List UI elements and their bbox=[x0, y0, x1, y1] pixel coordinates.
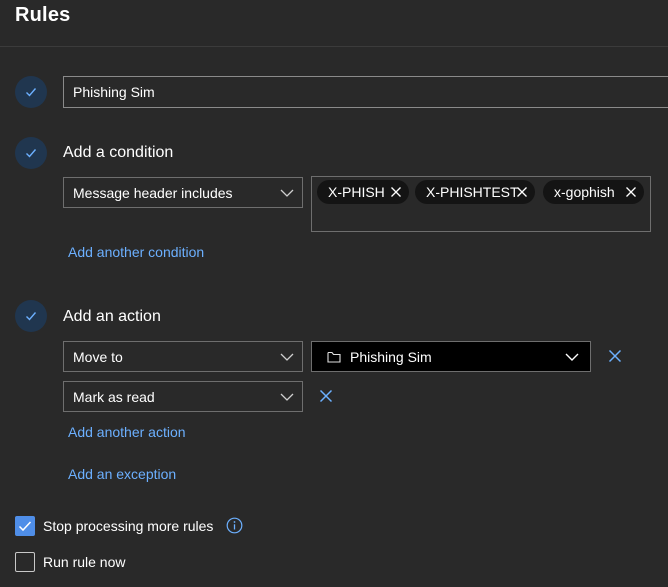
info-icon[interactable] bbox=[226, 517, 243, 534]
add-another-condition-link[interactable]: Add another condition bbox=[68, 244, 204, 260]
second-action-dropdown[interactable]: Mark as read bbox=[63, 381, 303, 412]
run-rule-now-label: Run rule now bbox=[43, 554, 126, 570]
stop-processing-label: Stop processing more rules bbox=[43, 518, 214, 534]
checkmark-icon bbox=[24, 146, 38, 160]
page-title: Rules bbox=[15, 4, 71, 26]
folder-value: Phishing Sim bbox=[350, 348, 432, 365]
stop-processing-checkbox[interactable] bbox=[15, 516, 35, 536]
rule-name-input[interactable]: Phishing Sim bbox=[63, 76, 668, 108]
tag-label: X-PHISHTEST bbox=[426, 184, 519, 200]
rule-name-value: Phishing Sim bbox=[73, 84, 155, 100]
tag-label: x-gophish bbox=[554, 184, 615, 200]
tag-chip: x-gophish bbox=[543, 180, 644, 204]
chevron-down-icon bbox=[280, 353, 294, 361]
header-divider bbox=[0, 46, 668, 47]
tag-chip: X-PHISH bbox=[317, 180, 409, 204]
add-exception-link[interactable]: Add an exception bbox=[68, 466, 176, 482]
checkmark-icon bbox=[24, 309, 38, 323]
condition-section-label: Add a condition bbox=[63, 144, 174, 161]
action-type-value: Move to bbox=[73, 348, 123, 365]
header-values-tag-input[interactable]: X-PHISH X-PHISHTEST x-gophish bbox=[311, 176, 651, 232]
checkmark-icon bbox=[24, 85, 38, 99]
second-action-value: Mark as read bbox=[73, 388, 155, 405]
add-another-action-link[interactable]: Add another action bbox=[68, 424, 186, 440]
condition-field-value: Message header includes bbox=[73, 184, 233, 201]
remove-second-action-close-icon[interactable] bbox=[319, 389, 333, 403]
step-complete-indicator-action bbox=[15, 300, 47, 332]
chevron-down-icon bbox=[280, 189, 294, 197]
run-rule-now-checkbox[interactable] bbox=[15, 552, 35, 572]
action-type-dropdown[interactable]: Move to bbox=[63, 341, 303, 372]
tag-label: X-PHISH bbox=[328, 184, 385, 200]
remove-tag-icon[interactable] bbox=[390, 186, 402, 198]
folder-dropdown[interactable]: Phishing Sim bbox=[311, 341, 591, 372]
checkmark-icon bbox=[18, 520, 32, 532]
remove-action-close-icon[interactable] bbox=[608, 349, 622, 363]
condition-field-dropdown[interactable]: Message header includes bbox=[63, 177, 303, 208]
folder-icon bbox=[327, 351, 341, 363]
step-complete-indicator-name bbox=[15, 76, 47, 108]
remove-tag-icon[interactable] bbox=[625, 186, 637, 198]
action-section-label: Add an action bbox=[63, 308, 161, 325]
remove-tag-icon[interactable] bbox=[516, 186, 528, 198]
chevron-down-icon bbox=[565, 353, 579, 361]
chevron-down-icon bbox=[280, 393, 294, 401]
tag-chip: X-PHISHTEST bbox=[415, 180, 535, 204]
step-complete-indicator-condition bbox=[15, 137, 47, 169]
